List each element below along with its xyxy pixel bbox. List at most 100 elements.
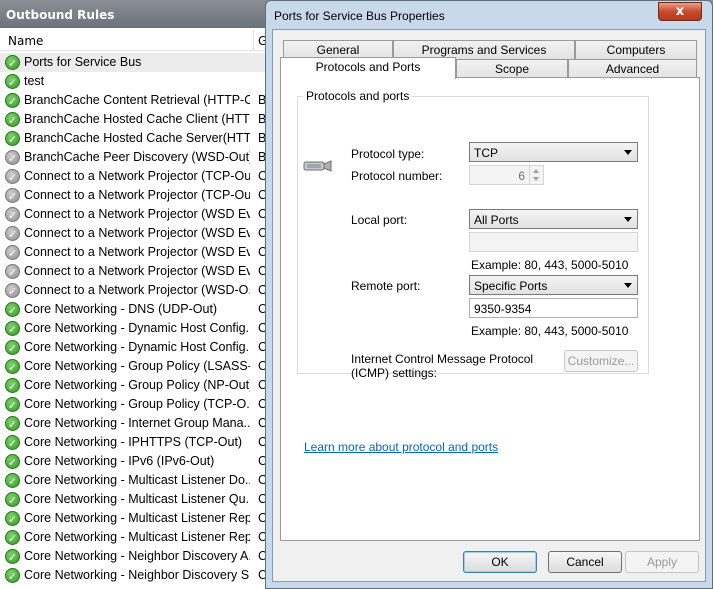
table-row[interactable]: ✓ Core Networking - Internet Group Mana..… — [0, 414, 270, 433]
cancel-button[interactable]: Cancel — [548, 551, 622, 573]
remote-port-field[interactable]: 9350-9354 — [469, 298, 638, 318]
local-port-label: Local port: — [351, 213, 408, 227]
enabled-check-icon: ✓ — [5, 359, 20, 374]
protocol-type-select[interactable]: TCP — [469, 142, 638, 162]
rule-name: Core Networking - IPv6 (IPv6-Out) — [24, 454, 215, 468]
table-row[interactable]: ✓ Core Networking - Dynamic Host Config..… — [0, 338, 270, 357]
tab-scope[interactable]: Scope — [456, 59, 568, 78]
enabled-check-icon: ✓ — [5, 378, 20, 393]
rule-name: BranchCache Content Retrieval (HTTP-O... — [24, 93, 250, 107]
table-row[interactable]: ✓ Connect to a Network Projector (TCP-Out… — [0, 186, 270, 205]
tab-protocols-and-ports[interactable]: Protocols and Ports — [280, 57, 456, 79]
disabled-check-icon: ✓ — [5, 169, 20, 184]
enabled-check-icon: ✓ — [5, 397, 20, 412]
table-row[interactable]: ✓ Core Networking - Neighbor Discovery S.… — [0, 566, 270, 585]
table-row[interactable]: ✓ Core Networking - Group Policy (TCP-O..… — [0, 395, 270, 414]
enabled-check-icon: ✓ — [5, 55, 20, 70]
table-row[interactable]: ✓ BranchCache Hosted Cache Client (HTTT..… — [0, 110, 270, 129]
disabled-check-icon: ✓ — [5, 207, 20, 222]
table-row[interactable]: ✓ Ports for Service Bus — [0, 53, 270, 72]
tab-advanced[interactable]: Advanced — [568, 59, 697, 78]
rule-name: Core Networking - Neighbor Discovery A..… — [24, 549, 250, 563]
table-row[interactable]: ✓ Core Networking - Group Policy (LSASS-.… — [0, 357, 270, 376]
table-row[interactable]: ✓ BranchCache Content Retrieval (HTTP-O..… — [0, 91, 270, 110]
rule-name: Core Networking - Internet Group Mana... — [24, 416, 250, 430]
table-row[interactable]: ✓ Core Networking - Multicast Listener Qu… — [0, 490, 270, 509]
table-row[interactable]: ✓ Connect to a Network Projector (WSD Ev.… — [0, 205, 270, 224]
protocol-type-label: Protocol type: — [351, 147, 425, 161]
enabled-check-icon: ✓ — [5, 473, 20, 488]
protocol-number-value: 6 — [518, 169, 525, 183]
group-title: Protocols and ports — [303, 89, 413, 103]
chevron-down-icon — [624, 150, 632, 155]
enabled-check-icon: ✓ — [5, 131, 20, 146]
rule-name: Connect to a Network Projector (TCP-Out) — [24, 169, 250, 183]
dialog-title: Ports for Service Bus Properties — [274, 9, 445, 23]
enabled-check-icon: ✓ — [5, 549, 20, 564]
protocol-number-field[interactable]: 6 — [469, 165, 544, 185]
column-separator[interactable] — [253, 30, 254, 51]
table-row[interactable]: ✓ Core Networking - DNS (UDP-Out) C — [0, 300, 270, 319]
table-row[interactable]: ✓ Connect to a Network Projector (WSD-O..… — [0, 281, 270, 300]
tab-computers[interactable]: Computers — [575, 40, 697, 59]
name-column-header[interactable]: Name — [8, 34, 43, 48]
rule-name: Core Networking - Multicast Listener Rep… — [24, 511, 250, 525]
rule-name: Ports for Service Bus — [24, 55, 142, 69]
network-plug-icon — [303, 160, 332, 172]
table-row[interactable]: ✓ BranchCache Hosted Cache Server(HTTP...… — [0, 129, 270, 148]
enabled-check-icon: ✓ — [5, 112, 20, 127]
enabled-check-icon: ✓ — [5, 568, 20, 583]
icmp-label-line2: (ICMP) settings: — [351, 366, 438, 380]
table-row[interactable]: ✓ Connect to a Network Projector (TCP-Out… — [0, 167, 270, 186]
enabled-check-icon: ✓ — [5, 454, 20, 469]
spinner-icon[interactable] — [529, 166, 543, 184]
rule-name: test — [24, 74, 45, 88]
table-row[interactable]: ✓ Core Networking - Group Policy (NP-Out)… — [0, 376, 270, 395]
apply-button[interactable]: Apply — [625, 551, 699, 573]
protocol-number-label: Protocol number: — [351, 169, 443, 183]
remote-port-select[interactable]: Specific Ports — [469, 275, 638, 295]
disabled-check-icon: ✓ — [5, 150, 20, 165]
enabled-check-icon: ✓ — [5, 302, 20, 317]
enabled-check-icon: ✓ — [5, 530, 20, 545]
customize-button[interactable]: Customize... — [564, 350, 638, 372]
rule-name: Core Networking - Group Policy (TCP-O... — [24, 397, 250, 411]
ok-button[interactable]: OK — [463, 551, 537, 573]
rule-name: BranchCache Peer Discovery (WSD-Out) — [24, 150, 250, 164]
close-icon: x — [675, 4, 685, 19]
table-row[interactable]: ✓ Core Networking - Multicast Listener Re… — [0, 509, 270, 528]
learn-more-link[interactable]: Learn more about protocol and ports — [304, 440, 498, 454]
enabled-check-icon: ✓ — [5, 93, 20, 108]
local-port-field[interactable] — [469, 232, 638, 252]
remote-port-value: Specific Ports — [474, 279, 548, 293]
table-row[interactable]: ✓ Core Networking - Dynamic Host Config..… — [0, 319, 270, 338]
rule-name: Core Networking - Dynamic Host Config... — [24, 340, 250, 354]
rule-name: BranchCache Hosted Cache Client (HTTT... — [24, 112, 250, 126]
table-row[interactable]: ✓ Core Networking - IPHTTPS (TCP-Out) C — [0, 433, 270, 452]
rule-name: Connect to a Network Projector (WSD-O... — [24, 283, 250, 297]
dialog-body: General Programs and Services Computers … — [272, 29, 706, 582]
enabled-check-icon: ✓ — [5, 74, 20, 89]
dialog-titlebar[interactable]: Ports for Service Bus Properties x — [266, 1, 712, 29]
table-row[interactable]: ✓ test — [0, 72, 270, 91]
chevron-down-icon — [624, 217, 632, 222]
table-row[interactable]: ✓ Core Networking - IPv6 (IPv6-Out) C — [0, 452, 270, 471]
local-port-example: Example: 80, 443, 5000-5010 — [471, 258, 629, 272]
table-row[interactable]: ✓ Core Networking - Multicast Listener Do… — [0, 471, 270, 490]
enabled-check-icon: ✓ — [5, 511, 20, 526]
table-row[interactable]: ✓ BranchCache Peer Discovery (WSD-Out) B — [0, 148, 270, 167]
icmp-label-line1: Internet Control Message Protocol — [351, 352, 534, 366]
table-row[interactable]: ✓ Connect to a Network Projector (WSD Ev.… — [0, 262, 270, 281]
rule-name: Core Networking - Multicast Listener Rep… — [24, 530, 250, 544]
rule-name: Core Networking - Group Policy (NP-Out) — [24, 378, 250, 392]
table-row[interactable]: ✓ Connect to a Network Projector (WSD Ev.… — [0, 243, 270, 262]
close-button[interactable]: x — [658, 2, 702, 21]
disabled-check-icon: ✓ — [5, 283, 20, 298]
rule-name: Connect to a Network Projector (WSD Ev..… — [24, 245, 250, 259]
table-row[interactable]: ✓ Core Networking - Neighbor Discovery A.… — [0, 547, 270, 566]
protocols-and-ports-page: Protocols and ports Protocol type: TCP P… — [280, 77, 700, 541]
rule-name: BranchCache Hosted Cache Server(HTTP... — [24, 131, 250, 145]
table-row[interactable]: ✓ Core Networking - Multicast Listener Re… — [0, 528, 270, 547]
table-row[interactable]: ✓ Connect to a Network Projector (WSD Ev.… — [0, 224, 270, 243]
local-port-select[interactable]: All Ports — [469, 209, 638, 229]
